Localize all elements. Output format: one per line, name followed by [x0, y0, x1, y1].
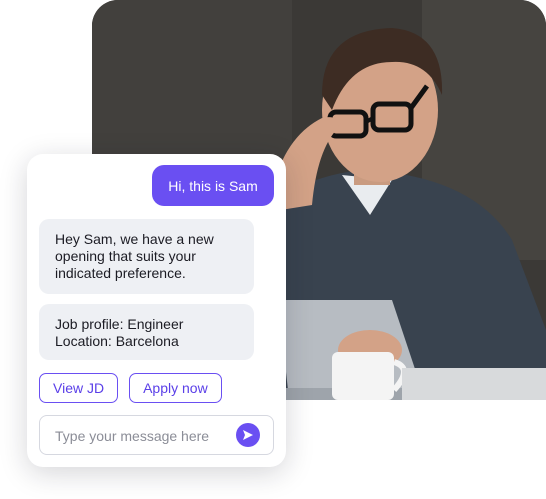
bot-message-line: indicated preference. [55, 265, 186, 281]
quick-actions: View JD Apply now [39, 373, 222, 403]
message-input[interactable] [53, 416, 237, 456]
job-profile-text: Job profile: Engineer [55, 316, 184, 332]
message-input-container [39, 415, 274, 456]
job-details-bubble: Job profile: Engineer Location: Barcelon… [39, 304, 254, 360]
view-jd-button[interactable]: View JD [39, 373, 119, 403]
user-message-bubble: Hi, this is Sam [152, 165, 274, 206]
send-arrow-icon [243, 430, 253, 440]
bot-message-line: Hey Sam, we have a new [55, 231, 214, 247]
chat-widget: Hi, this is Sam Hey Sam, we have a new o… [27, 154, 286, 467]
job-location-text: Location: Barcelona [55, 333, 179, 349]
apply-now-button[interactable]: Apply now [129, 373, 222, 403]
bot-message-bubble: Hey Sam, we have a new opening that suit… [39, 219, 254, 294]
send-button[interactable] [236, 423, 260, 447]
bot-message-line: opening that suits your [55, 248, 196, 264]
